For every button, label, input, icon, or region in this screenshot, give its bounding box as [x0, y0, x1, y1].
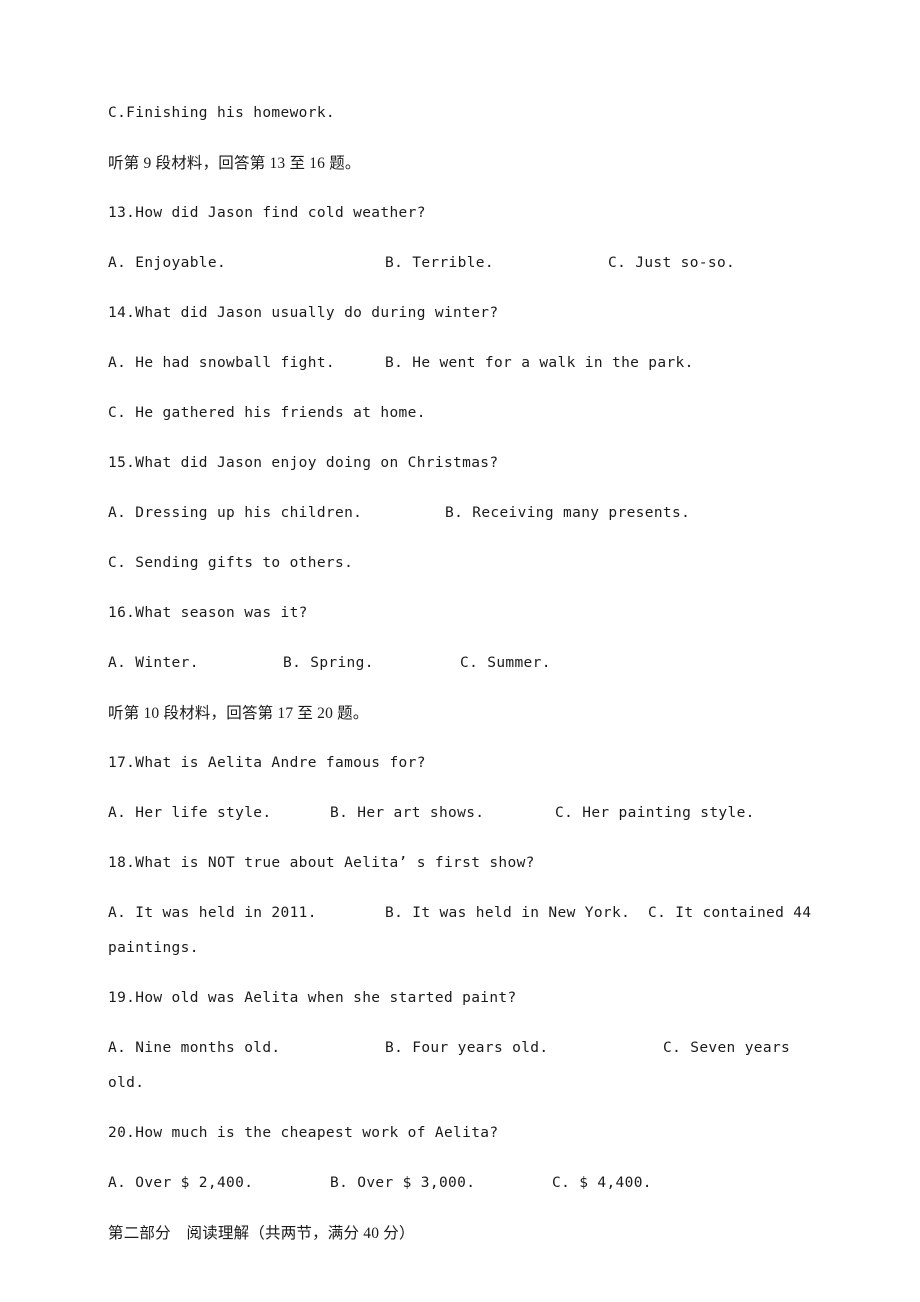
question-18-options: A. It was held in 2011. B. It was held i… [108, 906, 814, 924]
option-13-c[interactable]: C. Just so-so. [608, 256, 735, 271]
document-page: C.Finishing his homework. 听第 9 段材料，回答第 1… [0, 0, 920, 1302]
question-15-options-row-1: A. Dressing up his children. B. Receivin… [108, 506, 814, 524]
option-19-a[interactable]: A. Nine months old. [108, 1041, 281, 1056]
option-15-a[interactable]: A. Dressing up his children. [108, 506, 362, 521]
question-13-options: A. Enjoyable. B. Terrible. C. Just so-so… [108, 256, 814, 274]
question-14-stem: 14.What did Jason usually do during wint… [108, 305, 499, 321]
carryover-option-c: C.Finishing his homework. [108, 105, 335, 121]
option-18-a[interactable]: A. It was held in 2011. [108, 906, 317, 921]
option-20-b[interactable]: B. Over $ 3,000. [330, 1176, 475, 1191]
option-19-c-wrap[interactable]: old. [108, 1076, 814, 1094]
option-18-c-wrap[interactable]: paintings. [108, 941, 814, 959]
option-17-b[interactable]: B. Her art shows. [330, 806, 484, 821]
question-17-options: A. Her life style. B. Her art shows. C. … [108, 806, 814, 824]
option-16-b[interactable]: B. Spring. [283, 656, 374, 671]
question-18-stem: 18.What is NOT true about Aelita’ s firs… [108, 855, 535, 871]
question-17-stem: 17.What is Aelita Andre famous for? [108, 755, 426, 771]
document-body: C.Finishing his homework. 听第 9 段材料，回答第 1… [108, 106, 814, 1276]
option-20-a[interactable]: A. Over $ 2,400. [108, 1176, 253, 1191]
option-13-a[interactable]: A. Enjoyable. [108, 256, 226, 271]
option-19-b[interactable]: B. Four years old. [385, 1041, 548, 1056]
option-14-a[interactable]: A. He had snowball fight. [108, 356, 335, 371]
option-16-c[interactable]: C. Summer. [460, 656, 551, 671]
question-13-stem: 13.How did Jason find cold weather? [108, 205, 426, 221]
part-two-heading: 第二部分 阅读理解（共两节，满分 40 分） [108, 1225, 415, 1242]
option-14-c[interactable]: C. He gathered his friends at home. [108, 406, 426, 421]
question-20-options: A. Over $ 2,400. B. Over $ 3,000. C. $ 4… [108, 1176, 814, 1194]
option-15-b[interactable]: B. Receiving many presents. [445, 506, 690, 521]
question-16-options: A. Winter. B. Spring. C. Summer. [108, 656, 814, 674]
question-19-options: A. Nine months old. B. Four years old. C… [108, 1041, 814, 1059]
question-19-stem: 19.How old was Aelita when she started p… [108, 990, 517, 1006]
option-14-b[interactable]: B. He went for a walk in the park. [385, 356, 694, 371]
listening-directive-10: 听第 10 段材料，回答第 17 至 20 题。 [108, 705, 369, 722]
option-13-b[interactable]: B. Terrible. [385, 256, 494, 271]
question-14-options-row-1: A. He had snowball fight. B. He went for… [108, 356, 814, 374]
option-20-c[interactable]: C. $ 4,400. [552, 1176, 652, 1191]
listening-directive-9: 听第 9 段材料，回答第 13 至 16 题。 [108, 155, 361, 172]
question-20-stem: 20.How much is the cheapest work of Aeli… [108, 1125, 499, 1141]
option-17-c[interactable]: C. Her painting style. [555, 806, 755, 821]
option-18-b[interactable]: B. It was held in New York. [385, 906, 630, 921]
question-16-stem: 16.What season was it? [108, 605, 308, 621]
option-17-a[interactable]: A. Her life style. [108, 806, 271, 821]
question-15-options-row-2: C. Sending gifts to others. [108, 556, 814, 574]
option-18-c[interactable]: C. It contained 44 [648, 906, 811, 921]
question-14-options-row-2: C. He gathered his friends at home. [108, 406, 814, 424]
option-15-c[interactable]: C. Sending gifts to others. [108, 556, 353, 571]
question-15-stem: 15.What did Jason enjoy doing on Christm… [108, 455, 499, 471]
option-16-a[interactable]: A. Winter. [108, 656, 199, 671]
option-19-c[interactable]: C. Seven years [663, 1041, 790, 1056]
